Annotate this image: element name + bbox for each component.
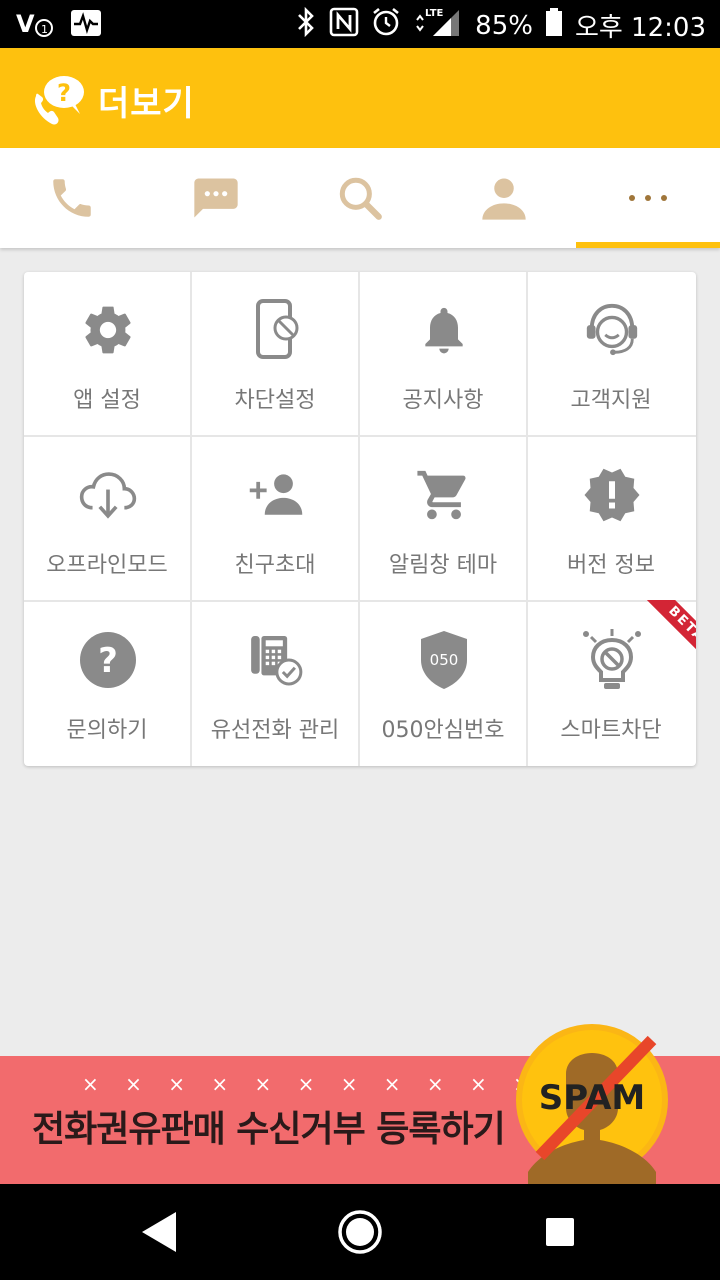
- menu-item-version-info[interactable]: 버전 정보: [528, 437, 696, 602]
- banner-text: 전화권유판매 수신거부 등록하기: [32, 1109, 506, 1150]
- svg-text:V: V: [16, 10, 35, 38]
- info-badge-icon: [582, 463, 642, 527]
- menu-item-notices[interactable]: 공지사항: [360, 272, 528, 437]
- svg-text:?: ?: [57, 79, 71, 107]
- status-bar: V1 LTE 85% 오후 12:03: [0, 0, 720, 48]
- menu-item-050-safe-number[interactable]: 050 050안심번호: [360, 602, 528, 766]
- home-button[interactable]: [330, 1204, 390, 1260]
- menu-item-label: 차단설정: [234, 388, 316, 413]
- menu-item-label: 문의하기: [66, 718, 148, 743]
- svg-text:1: 1: [41, 23, 48, 36]
- beta-label: BETA: [644, 600, 696, 664]
- shield-text: 050: [430, 651, 459, 669]
- menu-item-label: 050안심번호: [381, 718, 505, 743]
- banner-crosses: × × × × × × × × × × × ×: [82, 1072, 584, 1096]
- battery-icon: [545, 7, 563, 44]
- smart-block-bulb-icon: [582, 628, 642, 692]
- bluetooth-icon: [295, 6, 317, 44]
- add-person-icon: [246, 463, 306, 527]
- phone-block-icon: [246, 298, 306, 362]
- phone-icon: [53, 179, 91, 217]
- svg-text:?: ?: [98, 641, 118, 681]
- cloud-download-icon: [78, 463, 138, 527]
- cart-icon: [414, 463, 474, 527]
- network-label: LTE: [425, 8, 444, 19]
- battery-percent: 85%: [475, 10, 533, 41]
- menu-item-inquiry[interactable]: ? 문의하기: [24, 602, 192, 766]
- menu-item-label: 스마트차단: [560, 718, 662, 743]
- menu-item-notification-theme[interactable]: 알림창 테마: [360, 437, 528, 602]
- menu-item-label: 앱 설정: [73, 388, 141, 413]
- app-bar: ? 더보기: [0, 48, 720, 148]
- back-icon: [142, 1212, 176, 1252]
- menu-item-app-settings[interactable]: 앱 설정: [24, 272, 192, 437]
- spam-block-icon[interactable]: SPAM: [516, 1016, 668, 1184]
- menu-item-label: 오프라인모드: [46, 553, 168, 578]
- tab-more[interactable]: [576, 148, 720, 248]
- navigation-bar: [0, 1184, 720, 1280]
- lte-signal-icon: LTE: [413, 6, 463, 45]
- headset-icon: [582, 298, 642, 362]
- nfc-icon: [329, 7, 359, 44]
- menu-item-block-settings[interactable]: 차단설정: [192, 272, 360, 437]
- help-icon: ?: [78, 628, 138, 692]
- recents-button[interactable]: [530, 1204, 590, 1260]
- shield-050-icon: 050: [414, 628, 474, 692]
- menu-item-label: 고객지원: [570, 388, 652, 413]
- tab-messages[interactable]: [144, 148, 288, 248]
- tab-bar: [0, 148, 720, 248]
- tab-search[interactable]: [288, 148, 432, 248]
- clock: 오후 12:03: [574, 13, 706, 43]
- app-logo-icon: ?: [28, 70, 88, 128]
- menu-item-label: 친구초대: [234, 553, 316, 578]
- message-icon: [194, 178, 238, 218]
- menu-item-invite-friends[interactable]: 친구초대: [192, 437, 360, 602]
- search-icon: [339, 177, 382, 220]
- person-icon: [482, 178, 526, 220]
- home-icon: [338, 1210, 382, 1254]
- more-icon: [629, 195, 667, 201]
- volte-icon: V1: [16, 8, 56, 42]
- menu-item-label: 공지사항: [402, 388, 484, 413]
- spam-label: SPAM: [538, 1078, 646, 1118]
- tab-indicator: [576, 242, 720, 248]
- menu-item-label: 버전 정보: [567, 553, 655, 578]
- tab-contacts[interactable]: [432, 148, 576, 248]
- page-title: 더보기: [98, 84, 195, 124]
- tab-phone[interactable]: [0, 148, 144, 248]
- activity-icon: [70, 9, 102, 41]
- back-button[interactable]: [130, 1204, 190, 1260]
- beta-ribbon: BETA: [634, 600, 696, 664]
- menu-item-landline-management[interactable]: 유선전화 관리: [192, 602, 360, 766]
- landline-phone-icon: [246, 628, 306, 692]
- menu-item-label: 알림창 테마: [388, 553, 498, 578]
- gear-icon: [78, 298, 138, 362]
- menu-item-label: 유선전화 관리: [210, 718, 340, 743]
- menu-item-customer-support[interactable]: 고객지원: [528, 272, 696, 437]
- menu-item-offline-mode[interactable]: 오프라인모드: [24, 437, 192, 602]
- alarm-icon: [371, 7, 401, 44]
- bell-icon: [414, 298, 474, 362]
- menu-grid: 앱 설정 차단설정 공지사항 고객지원 오프라인모드 친구초대 알림창 테마 버…: [24, 272, 696, 766]
- recents-icon: [546, 1218, 574, 1246]
- menu-item-smart-block[interactable]: 스마트차단 BETA: [528, 600, 696, 766]
